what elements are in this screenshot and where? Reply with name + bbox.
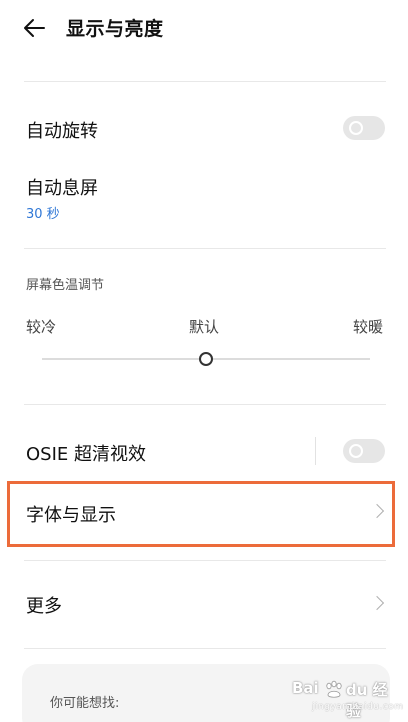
- toggle-knob: [349, 444, 363, 458]
- divider: [24, 404, 386, 405]
- auto-lock-label[interactable]: 自动息屏: [26, 174, 98, 200]
- temperature-cooler-label: 较冷: [26, 318, 57, 336]
- auto-rotate-label: 自动旋转: [26, 121, 98, 142]
- color-temperature-slider-thumb[interactable]: [199, 352, 213, 366]
- osie-label: OSIE 超清视效: [26, 444, 146, 465]
- toggle-knob: [349, 121, 363, 135]
- auto-lock-value: 30 秒: [26, 207, 60, 222]
- color-temperature-section-label: 屏幕色温调节: [26, 278, 105, 293]
- suggestions-label: 你可能想找:: [50, 696, 120, 711]
- osie-toggle[interactable]: [343, 439, 385, 463]
- header-bar: 显示与亮度: [0, 0, 408, 58]
- highlight-frame: [7, 481, 395, 547]
- auto-rotate-toggle[interactable]: [343, 116, 385, 140]
- page-title: 显示与亮度: [66, 18, 164, 40]
- divider: [24, 248, 386, 249]
- divider: [24, 81, 386, 82]
- baidu-watermark-logo: Bai du 经验 jingyan.baidu.com: [292, 679, 404, 720]
- divider: [24, 560, 386, 561]
- chevron-right-icon: [369, 595, 385, 611]
- temperature-default-label: 默认: [189, 318, 220, 336]
- paw-icon: [326, 680, 342, 698]
- temperature-warmer-label: 较暖: [353, 318, 384, 336]
- vertical-separator: [315, 437, 316, 465]
- divider: [24, 648, 386, 649]
- more-label[interactable]: 更多: [26, 592, 62, 618]
- arrow-left-icon[interactable]: [22, 17, 46, 39]
